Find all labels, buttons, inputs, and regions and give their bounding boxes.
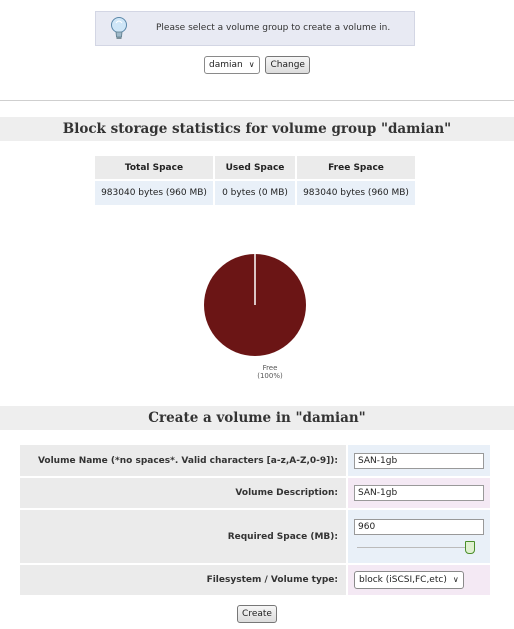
chevron-down-icon: ∨ <box>452 575 459 584</box>
create-button[interactable]: Create <box>237 604 277 623</box>
stats-table: Total Space Used Space Free Space 983040… <box>95 156 415 205</box>
stats-title: Block storage statistics for volume grou… <box>0 117 514 141</box>
chevron-down-icon: ∨ <box>248 60 255 69</box>
volume-group-select-value: damian <box>209 60 243 70</box>
pie-label: Free (100%) <box>240 364 300 380</box>
header-used-space: Used Space <box>214 156 297 180</box>
value-total-space: 983040 bytes (960 MB) <box>95 179 215 205</box>
pie-label-percent: (100%) <box>257 372 283 380</box>
filesystem-type-label: Filesystem / Volume type: <box>20 564 348 597</box>
required-space-label: Required Space (MB): <box>20 509 348 565</box>
info-message: Please select a volume group to create a… <box>156 23 391 33</box>
value-used-space: 0 bytes (0 MB) <box>214 179 297 205</box>
lightbulb-icon <box>111 17 127 39</box>
slider-thumb[interactable] <box>465 540 475 554</box>
divider <box>0 100 514 101</box>
pie-label-name: Free <box>262 364 278 372</box>
info-box: Please select a volume group to create a… <box>95 11 415 46</box>
volume-description-cell: SAN-1gb <box>347 477 490 510</box>
filesystem-type-select[interactable]: block (iSCSI,FC,etc) ∨ <box>354 571 464 589</box>
value-free-space: 983040 bytes (960 MB) <box>296 179 415 205</box>
volume-group-selector: damian ∨ Change <box>0 56 514 74</box>
create-row: Create <box>0 603 514 623</box>
change-button[interactable]: Change <box>265 56 310 74</box>
header-free-space: Free Space <box>296 156 415 180</box>
required-space-slider[interactable] <box>357 540 475 555</box>
filesystem-type-value: block (iSCSI,FC,etc) <box>359 575 447 585</box>
volume-description-input[interactable]: SAN-1gb <box>354 485 484 501</box>
volume-name-input[interactable]: SAN-1gb <box>354 452 484 469</box>
create-volume-title: Create a volume in "damian" <box>0 406 514 430</box>
required-space-cell: 960 <box>347 509 490 565</box>
filesystem-type-cell: block (iSCSI,FC,etc) ∨ <box>347 564 490 597</box>
pie-chart <box>204 254 306 356</box>
volume-name-label: Volume Name (*no spaces*. Valid characte… <box>20 445 348 478</box>
create-volume-form: Volume Name (*no spaces*. Valid characte… <box>20 445 490 597</box>
volume-group-select[interactable]: damian ∨ <box>204 56 260 74</box>
slider-track <box>357 546 471 548</box>
volume-description-label: Volume Description: <box>20 477 348 510</box>
volume-name-cell: SAN-1gb <box>347 445 490 478</box>
required-space-input[interactable]: 960 <box>354 518 484 535</box>
header-total-space: Total Space <box>95 156 215 180</box>
